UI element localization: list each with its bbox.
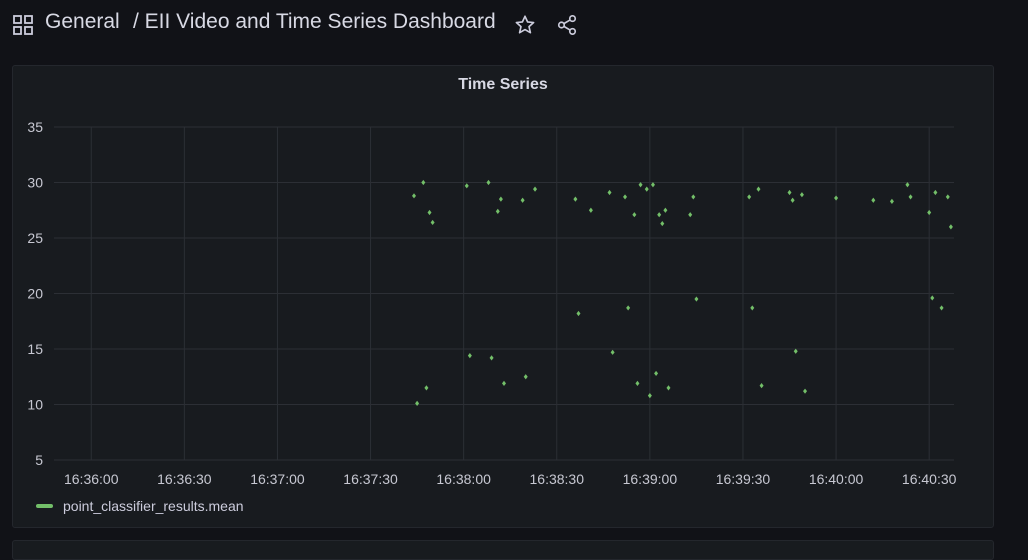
data-point <box>654 370 659 377</box>
data-point <box>803 388 808 394</box>
x-tick-label: 16:36:00 <box>64 471 119 486</box>
legend-item[interactable]: point_classifier_results.mean <box>36 498 244 514</box>
data-point <box>588 207 593 213</box>
x-tick-label: 16:36:30 <box>157 471 212 486</box>
data-point <box>610 349 615 355</box>
time-series-chart[interactable]: 35 30 25 20 15 10 5 16:36:00 16:36:30 16:37:00 16:… <box>13 66 993 486</box>
data-point <box>635 380 640 387</box>
legend-label: point_classifier_results.mean <box>63 498 244 514</box>
share-icon[interactable] <box>556 14 578 36</box>
data-point <box>486 179 491 186</box>
data-point <box>927 209 932 216</box>
data-point <box>834 195 839 201</box>
y-tick-label: 35 <box>27 119 43 135</box>
y-tick-label: 15 <box>27 341 43 357</box>
data-point <box>489 355 494 361</box>
data-point <box>688 212 693 218</box>
data-point <box>415 400 420 406</box>
data-point <box>787 189 792 196</box>
data-point <box>939 305 944 311</box>
data-point <box>657 212 662 218</box>
data-point <box>495 208 500 214</box>
x-tick-label: 16:38:30 <box>530 471 585 486</box>
x-tick-label: 16:40:30 <box>902 471 957 486</box>
x-tick-label: 16:37:00 <box>250 471 305 486</box>
x-tick-label: 16:39:00 <box>623 471 678 486</box>
data-point <box>520 197 525 203</box>
data-point <box>660 220 665 227</box>
data-point <box>871 197 876 203</box>
data-point <box>694 296 699 302</box>
data-point <box>647 393 652 399</box>
data-point <box>889 198 894 204</box>
data-point <box>908 194 913 200</box>
data-point <box>756 186 761 192</box>
x-tick-label: 16:40:00 <box>809 471 864 486</box>
x-tick-label: 16:39:30 <box>716 471 771 486</box>
data-point <box>948 224 953 230</box>
y-tick-label: 20 <box>27 286 43 302</box>
data-point <box>412 193 416 199</box>
data-point <box>523 374 528 380</box>
data-point <box>573 196 578 202</box>
data-point <box>632 212 637 218</box>
data-point <box>502 380 506 387</box>
data-point <box>747 194 752 200</box>
data-point <box>498 196 503 202</box>
apps-icon[interactable] <box>13 15 33 35</box>
dashboard-header: General / EII Video and Time Series Dash… <box>0 0 1028 52</box>
data-point <box>430 219 435 226</box>
y-tick-label: 25 <box>27 230 43 246</box>
data-point <box>799 192 804 198</box>
data-point <box>666 385 671 391</box>
data-point <box>663 207 668 213</box>
data-point <box>930 295 935 301</box>
data-point <box>623 194 628 200</box>
data-point <box>626 305 631 311</box>
x-tick-label: 16:38:00 <box>436 471 491 486</box>
data-point <box>691 194 696 200</box>
data-point <box>790 197 795 203</box>
data-point <box>467 353 472 359</box>
y-tick-label: 5 <box>35 452 43 468</box>
next-panel <box>12 540 994 560</box>
y-tick-label: 10 <box>27 397 43 413</box>
data-point <box>424 385 429 391</box>
data-point <box>427 209 432 216</box>
data-point <box>750 305 755 311</box>
data-point <box>607 189 612 196</box>
breadcrumb-general-link[interactable]: General <box>45 10 120 34</box>
time-series-panel[interactable]: Time Series 35 30 25 20 15 10 5 16:36:00 16:36:3… <box>12 65 994 528</box>
star-icon[interactable] <box>514 14 536 36</box>
data-point <box>421 179 426 186</box>
data-point <box>945 194 950 200</box>
data-point <box>933 189 938 196</box>
data-point <box>533 186 538 192</box>
x-tick-label: 16:37:30 <box>343 471 398 486</box>
data-point <box>576 310 581 317</box>
data-point <box>644 186 649 192</box>
data-point <box>464 183 469 189</box>
y-tick-label: 30 <box>27 175 43 191</box>
dashboard-title: / EII Video and Time Series Dashboard <box>133 10 496 33</box>
data-point <box>759 383 764 389</box>
legend-color-swatch <box>36 504 53 508</box>
